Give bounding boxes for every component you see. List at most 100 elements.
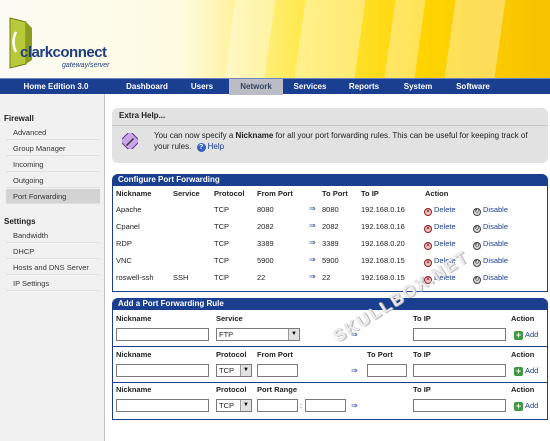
sidebar-item-dhcp[interactable]: DHCP bbox=[6, 244, 100, 259]
extra-help-box: Extra Help... You can now specify a Nick… bbox=[112, 108, 548, 163]
cell-nickname: RDP bbox=[116, 239, 132, 248]
disable-button[interactable]: ↻ Disable bbox=[473, 205, 508, 216]
add-icon: + bbox=[514, 330, 523, 340]
tab-dashboard[interactable]: Dashboard bbox=[116, 79, 178, 95]
add1-add-button[interactable]: + Add bbox=[514, 330, 538, 340]
chevron-down-icon: ▼ bbox=[240, 365, 251, 376]
add3-add-button[interactable]: + Add bbox=[514, 401, 538, 411]
cell-nickname: Apache bbox=[116, 205, 142, 214]
tab-software[interactable]: Software bbox=[445, 79, 501, 95]
logo-wordmark: clarkconnect bbox=[20, 44, 107, 61]
add2-nickname-input[interactable] bbox=[116, 364, 209, 377]
col-header-service: Service bbox=[173, 189, 200, 198]
header-stripe bbox=[294, 0, 366, 78]
add1-service-value: FTP bbox=[219, 330, 234, 339]
col-header-action: Action bbox=[425, 189, 449, 198]
tab-system[interactable]: System bbox=[391, 79, 445, 95]
col-header-protocol: Protocol bbox=[214, 189, 245, 198]
header-stripe bbox=[444, 0, 506, 78]
delete-icon: × bbox=[424, 242, 432, 250]
help-message: You can now specify a Nickname for all y… bbox=[154, 130, 544, 152]
disable-label: Disable bbox=[483, 205, 509, 214]
disable-label: Disable bbox=[483, 256, 509, 265]
help-pencil-icon bbox=[122, 133, 138, 149]
top-nav: Home Edition 3.0 Dashboard Users Network… bbox=[0, 78, 550, 95]
add1-to-ip-input[interactable] bbox=[413, 328, 506, 341]
add1-label-service: Service bbox=[216, 314, 243, 323]
add1-label-nickname: Nickname bbox=[116, 314, 152, 323]
add2-label-to-port: To Port bbox=[367, 350, 393, 359]
add2-label-from-port: From Port bbox=[257, 350, 293, 359]
add2-to-port-input[interactable] bbox=[367, 364, 407, 377]
disable-icon: ↻ bbox=[473, 242, 481, 250]
col-header-to-port: To Port bbox=[322, 189, 348, 198]
disable-label: Disable bbox=[483, 273, 509, 282]
add3-range-start-input[interactable] bbox=[257, 399, 298, 412]
help-title: Extra Help... bbox=[119, 111, 166, 120]
sidebar-item-outgoing[interactable]: Outgoing bbox=[6, 173, 100, 188]
delete-button[interactable]: × Delete bbox=[424, 239, 456, 250]
disable-button[interactable]: ↻ Disable bbox=[473, 273, 508, 284]
add2-from-port-input[interactable] bbox=[257, 364, 298, 377]
forward-arrow-icon: ⇒ bbox=[309, 272, 316, 281]
cell-to-port: 3389 bbox=[322, 239, 339, 248]
cell-to-port: 8080 bbox=[322, 205, 339, 214]
sidebar-item-advanced[interactable]: Advanced bbox=[6, 125, 100, 140]
disable-label: Disable bbox=[483, 222, 509, 231]
tab-reports[interactable]: Reports bbox=[337, 79, 391, 95]
add1-nickname-input[interactable] bbox=[116, 328, 209, 341]
help-link[interactable]: Help bbox=[208, 142, 224, 151]
tab-services[interactable]: Services bbox=[283, 79, 337, 95]
tab-users[interactable]: Users bbox=[178, 79, 226, 95]
delete-button[interactable]: × Delete bbox=[424, 205, 456, 216]
add1-service-select[interactable]: FTP ▼ bbox=[216, 328, 300, 341]
sidebar-item-ip-settings[interactable]: IP Settings bbox=[6, 276, 100, 291]
cell-nickname: roswell-ssh bbox=[116, 273, 154, 282]
sidebar-item-group-manager[interactable]: Group Manager bbox=[6, 141, 100, 156]
add3-add-label: Add bbox=[525, 401, 539, 410]
add3-protocol-select[interactable]: TCP ▼ bbox=[216, 399, 252, 412]
sidebar-item-hosts-dns[interactable]: Hosts and DNS Server bbox=[6, 260, 100, 275]
add-divider bbox=[113, 346, 547, 347]
disable-button[interactable]: ↻ Disable bbox=[473, 239, 508, 250]
sidebar-item-bandwidth[interactable]: Bandwidth bbox=[6, 228, 100, 243]
sidebar-item-port-forwarding[interactable]: Port Forwarding bbox=[6, 189, 100, 204]
cell-nickname: Cpanel bbox=[116, 222, 140, 231]
add2-protocol-value: TCP bbox=[219, 366, 234, 375]
disable-button[interactable]: ↻ Disable bbox=[473, 256, 508, 267]
delete-label: Delete bbox=[434, 222, 456, 231]
range-separator: : bbox=[300, 401, 303, 410]
add3-protocol-value: TCP bbox=[219, 401, 234, 410]
chevron-down-icon: ▼ bbox=[240, 400, 251, 411]
cell-protocol: TCP bbox=[214, 205, 229, 214]
cell-from-port: 3389 bbox=[257, 239, 274, 248]
add2-add-button[interactable]: + Add bbox=[514, 366, 538, 376]
forward-arrow-icon: ⇒ bbox=[351, 366, 358, 375]
add2-add-label: Add bbox=[525, 366, 539, 375]
col-header-nickname: Nickname bbox=[116, 189, 152, 198]
add2-to-ip-input[interactable] bbox=[413, 364, 506, 377]
add3-to-ip-input[interactable] bbox=[413, 399, 506, 412]
add3-nickname-input[interactable] bbox=[116, 399, 209, 412]
disable-icon: ↻ bbox=[473, 208, 481, 216]
cell-from-port: 2082 bbox=[257, 222, 274, 231]
disable-button[interactable]: ↻ Disable bbox=[473, 222, 508, 233]
forward-arrow-icon: ⇒ bbox=[309, 221, 316, 230]
forward-arrow-icon: ⇒ bbox=[309, 204, 316, 213]
delete-button[interactable]: × Delete bbox=[424, 222, 456, 233]
delete-icon: × bbox=[424, 208, 432, 216]
help-divider bbox=[112, 125, 548, 126]
cell-to-port: 22 bbox=[322, 273, 331, 282]
add3-label-port-range: Port Range bbox=[257, 385, 298, 394]
sidebar: Firewall Advanced Group Manager Incoming… bbox=[0, 94, 105, 441]
tab-network[interactable]: Network bbox=[229, 79, 283, 95]
disable-icon: ↻ bbox=[473, 259, 481, 267]
cell-to-ip: 192.168.0.16 bbox=[361, 222, 405, 231]
add3-range-end-input[interactable] bbox=[305, 399, 346, 412]
cell-to-port: 2082 bbox=[322, 222, 339, 231]
add2-label-action: Action bbox=[511, 350, 535, 359]
add2-protocol-select[interactable]: TCP ▼ bbox=[216, 364, 252, 377]
clarkconnect-logo[interactable]: clarkconnect gateway/server bbox=[6, 14, 121, 72]
sidebar-item-incoming[interactable]: Incoming bbox=[6, 157, 100, 172]
cell-to-ip: 192.168.0.15 bbox=[361, 256, 405, 265]
